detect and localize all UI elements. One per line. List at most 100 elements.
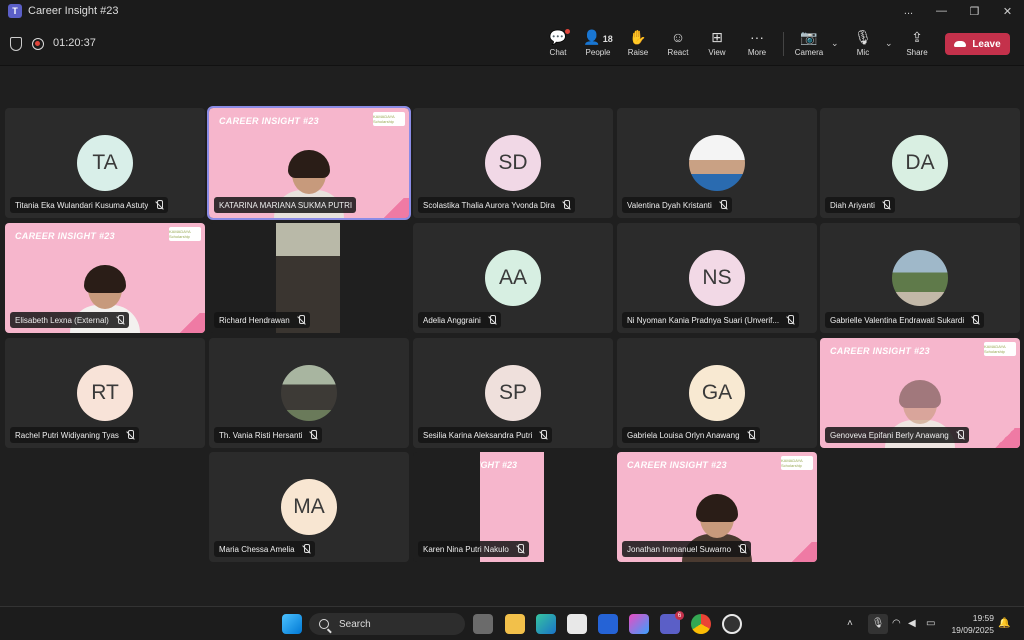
raise-hand-button[interactable]: ✋ Raise bbox=[618, 28, 658, 62]
meeting-toolbar: 01:20:37 💬 Chat 👤 18 People ✋ Raise ☺ Rea… bbox=[0, 22, 1024, 66]
restore-button[interactable]: ❐ bbox=[958, 0, 991, 22]
mic-muted-icon bbox=[746, 430, 756, 440]
participant-name: Gabriela Louisa Orlyn Anawang bbox=[627, 430, 740, 440]
scholarship-logo: KAMADAYA Scholarship bbox=[169, 227, 201, 241]
participant-tile[interactable]: CAREER INSIGHT #23 KAMADAYA Scholarship … bbox=[617, 452, 817, 562]
avatar: SD bbox=[485, 135, 541, 191]
mic-muted-icon bbox=[296, 315, 306, 325]
file-explorer-icon[interactable] bbox=[505, 614, 525, 634]
scholarship-logo: KAMADAYA Scholarship bbox=[373, 112, 405, 126]
people-button[interactable]: 👤 18 People bbox=[578, 28, 618, 62]
participant-name: Maria Chessa Amelia bbox=[219, 544, 295, 554]
avatar bbox=[689, 135, 745, 191]
participant-name: Adelia Anggraini bbox=[423, 315, 481, 325]
camera-button[interactable]: 📷 Camera bbox=[789, 28, 829, 62]
participant-tile[interactable]: Richard Hendrawan bbox=[209, 223, 409, 333]
participant-tile[interactable]: TA Titania Eka Wulandari Kusuma Astuty bbox=[5, 108, 205, 218]
participant-name: Ni Nyoman Kania Pradnya Suari (Unverif..… bbox=[627, 315, 780, 325]
edge-icon[interactable] bbox=[536, 614, 556, 634]
toolbar-divider bbox=[783, 32, 784, 56]
participant-tile[interactable]: CAREER INSIGHT #23 KAMADAYA Scholarship … bbox=[5, 223, 205, 333]
camera-options-chevron-icon[interactable]: ⌄ bbox=[831, 38, 839, 49]
participant-tile[interactable]: Gabrielle Valentina Endrawati Sukardi bbox=[820, 223, 1020, 333]
participant-tile[interactable]: Valentina Dyah Kristanti bbox=[617, 108, 817, 218]
teams-icon[interactable]: 6 bbox=[660, 611, 684, 634]
chrome-icon[interactable] bbox=[691, 614, 711, 634]
windows-start-icon[interactable] bbox=[282, 614, 302, 634]
view-button[interactable]: ⊞ View bbox=[697, 28, 737, 62]
window-title: Career Insight #23 bbox=[28, 5, 119, 17]
hand-icon: ✋ bbox=[629, 29, 647, 45]
mic-muted-icon bbox=[785, 315, 795, 325]
more-button[interactable]: ··· More bbox=[737, 28, 777, 62]
banner-text: CAREER INSIGHT #23 bbox=[830, 346, 930, 356]
share-button[interactable]: ⇪ Share bbox=[897, 28, 937, 62]
task-view-icon[interactable] bbox=[473, 614, 493, 634]
taskbar-clock[interactable]: 19:59 19/09/2025 bbox=[951, 612, 994, 636]
video-gallery: TA Titania Eka Wulandari Kusuma Astuty C… bbox=[0, 67, 1024, 606]
shield-icon[interactable] bbox=[10, 37, 22, 51]
smile-icon: ☺ bbox=[670, 29, 686, 45]
avatar bbox=[281, 365, 337, 421]
participant-tile[interactable]: NS Ni Nyoman Kania Pradnya Suari (Unveri… bbox=[617, 223, 817, 333]
avatar: DA bbox=[892, 135, 948, 191]
mic-muted-icon bbox=[718, 200, 728, 210]
scholarship-logo: KAMADAYA Scholarship bbox=[984, 342, 1016, 356]
notification-icon[interactable]: 🔔 bbox=[998, 618, 1010, 629]
grid-icon: ⊞ bbox=[711, 29, 723, 45]
recording-icon bbox=[32, 38, 44, 50]
avatar bbox=[892, 250, 948, 306]
scholarship-logo: KAMADAYA Scholarship bbox=[781, 456, 813, 470]
participant-name: Valentina Dyah Kristanti bbox=[627, 200, 712, 210]
participant-tile[interactable]: MA Maria Chessa Amelia bbox=[209, 452, 409, 562]
window-more-button[interactable]: ... bbox=[892, 0, 925, 22]
mic-button[interactable]: 🎙 Mic bbox=[843, 28, 883, 62]
participant-name: Gabrielle Valentina Endrawati Sukardi bbox=[830, 315, 965, 325]
participant-tile[interactable]: CAREER INSIGHT #23 KAMADAYA Scholarship … bbox=[207, 106, 411, 220]
mic-muted-icon bbox=[955, 430, 965, 440]
volume-icon[interactable]: ◀ bbox=[908, 618, 916, 629]
participant-tile[interactable]: RT Rachel Putri Widiyaning Tyas bbox=[5, 338, 205, 448]
mic-tray-icon[interactable]: 🎙 bbox=[868, 614, 888, 634]
taskbar-search[interactable]: Search bbox=[309, 613, 465, 635]
wifi-icon[interactable]: ◠ bbox=[892, 618, 901, 629]
chevron-up-icon[interactable]: ˄ bbox=[847, 618, 853, 629]
app-icon[interactable] bbox=[598, 614, 618, 634]
mic-muted-icon bbox=[308, 430, 318, 440]
avatar: RT bbox=[77, 365, 133, 421]
copilot-icon[interactable] bbox=[629, 614, 649, 634]
camera-off-icon: 📷 bbox=[800, 29, 818, 45]
participant-name: Titania Eka Wulandari Kusuma Astuty bbox=[15, 200, 149, 210]
react-button[interactable]: ☺ React bbox=[658, 28, 698, 62]
close-button[interactable]: ✕ bbox=[991, 0, 1024, 22]
leave-button[interactable]: Leave bbox=[945, 33, 1010, 55]
participant-tile[interactable]: SP Sesilia Karina Aleksandra Putri bbox=[413, 338, 613, 448]
mic-muted-icon bbox=[115, 315, 125, 325]
mic-muted-icon bbox=[881, 200, 891, 210]
mic-muted-icon bbox=[487, 315, 497, 325]
mic-muted-icon bbox=[154, 200, 164, 210]
mic-options-chevron-icon[interactable]: ⌄ bbox=[885, 38, 893, 49]
participant-tile[interactable]: DA Diah Ariyanti bbox=[820, 108, 1020, 218]
share-icon: ⇪ bbox=[911, 29, 923, 45]
banner-text: CAREER INSIGHT #23 bbox=[219, 116, 319, 126]
participant-name: Richard Hendrawan bbox=[219, 315, 290, 325]
windows-taskbar: Search 6 ˄ 🎙 ◠ ◀ ▭ 19:59 19/09/2025 🔔 bbox=[0, 606, 1024, 640]
chat-button[interactable]: 💬 Chat bbox=[538, 28, 578, 62]
clock-time: 19:59 bbox=[972, 613, 994, 623]
participant-tile[interactable]: Th. Vania Risti Hersanti bbox=[209, 338, 409, 448]
participant-name: Rachel Putri Widiyaning Tyas bbox=[15, 430, 119, 440]
minimize-button[interactable]: — bbox=[925, 0, 958, 22]
participant-tile[interactable]: SD Scolastika Thalia Aurora Yvonda Dira bbox=[413, 108, 613, 218]
participant-tile[interactable]: GA Gabriela Louisa Orlyn Anawang bbox=[617, 338, 817, 448]
battery-icon[interactable]: ▭ bbox=[926, 618, 935, 629]
media-player-icon[interactable] bbox=[722, 614, 742, 634]
participant-tile[interactable]: CAREER INSIGHT #23 KAMADAYA Scholarship … bbox=[820, 338, 1020, 448]
mic-muted-icon bbox=[970, 315, 980, 325]
window-controls: ... — ❐ ✕ bbox=[892, 0, 1024, 22]
more-icon: ··· bbox=[750, 29, 764, 45]
avatar: NS bbox=[689, 250, 745, 306]
participant-tile[interactable]: AA Adelia Anggraini bbox=[413, 223, 613, 333]
participant-tile[interactable]: IGHT #23 Karen Nina Putri Nakulo bbox=[413, 452, 613, 562]
store-icon[interactable] bbox=[567, 614, 587, 634]
